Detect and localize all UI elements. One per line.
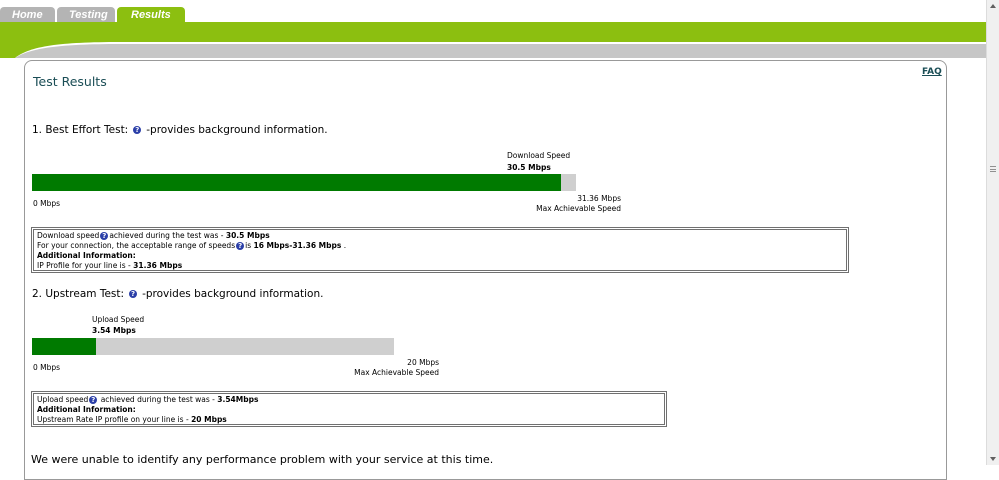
info-text: IP Profile for your line is - [37, 261, 134, 270]
scroll-grip-icon[interactable] [990, 166, 996, 172]
info-line: Additional Information: [37, 405, 661, 415]
tab-home[interactable]: Home [0, 7, 55, 23]
page-title: Test Results [33, 74, 107, 89]
tab-results[interactable]: Results [117, 7, 185, 23]
help-icon[interactable]: ? [133, 126, 142, 134]
upload-speed-bar-fill [32, 338, 97, 355]
info-line: Upstream Rate IP profile on your line is… [37, 415, 661, 425]
scroll-up-icon[interactable] [990, 4, 996, 8]
help-icon[interactable]: ? [236, 242, 245, 250]
additional-info-heading: Additional Information: [37, 405, 136, 414]
download-speed-label: Download Speed [507, 151, 571, 160]
info-text: Upload speed [37, 395, 89, 404]
info-value: 16 Mbps-31.36 Mbps [253, 241, 342, 250]
upload-info-box: Upload speed? achieved during the test w… [31, 391, 667, 427]
info-line: Upload speed? achieved during the test w… [37, 395, 661, 405]
upstream-heading: 2. Upstream Test: ? -provides background… [32, 288, 323, 300]
download-min-label: 0 Mbps [33, 199, 61, 208]
info-text: is [245, 241, 254, 250]
download-info-box: Download speed? achieved during the test … [31, 227, 849, 273]
tab-bar: Home Testing Results [0, 7, 187, 23]
vertical-scrollbar[interactable] [986, 0, 999, 465]
info-text: For your connection, the acceptable rang… [37, 241, 236, 250]
scroll-down-icon[interactable] [990, 457, 996, 461]
info-value: 30.5 Mbps [225, 231, 270, 240]
info-text: Upstream Rate IP profile on your line is… [37, 415, 192, 424]
faq-link[interactable]: FAQ [922, 67, 942, 77]
info-value: 3.54Mbps [217, 395, 259, 404]
info-text: achieved during the test was - [98, 395, 218, 404]
upstream-heading-label: 2. Upstream Test: [32, 288, 125, 300]
info-line: For your connection, the acceptable rang… [37, 241, 843, 251]
best-effort-heading-suffix: -provides background information. [146, 124, 328, 136]
info-line: IP Profile for your line is - 31.36 Mbps [37, 261, 843, 271]
upstream-heading-suffix: -provides background information. [142, 288, 324, 300]
info-text: . [341, 241, 347, 250]
info-value: 20 Mbps [191, 415, 227, 424]
upload-speed-value: 3.54 Mbps [92, 326, 136, 335]
info-line: Download speed? achieved during the test … [37, 231, 843, 241]
upload-speed-bar [32, 338, 394, 355]
tab-testing[interactable]: Testing [57, 7, 115, 23]
help-icon[interactable]: ? [89, 396, 98, 404]
upload-max-label: Max Achievable Speed [354, 368, 439, 377]
upload-min-label: 0 Mbps [33, 363, 61, 372]
upload-speed-label: Upload Speed [92, 315, 145, 324]
download-speed-value: 30.5 Mbps [507, 163, 551, 172]
info-text: achieved during the test was - [109, 231, 226, 240]
header-swoosh [0, 22, 986, 58]
best-effort-heading-label: 1. Best Effort Test: [32, 124, 129, 136]
download-speed-bar [32, 174, 576, 191]
best-effort-heading: 1. Best Effort Test: ? -provides backgro… [32, 124, 328, 136]
additional-info-heading: Additional Information: [37, 251, 136, 260]
upload-max-value: 20 Mbps [407, 358, 439, 367]
help-icon[interactable]: ? [129, 290, 138, 298]
download-max-label: Max Achievable Speed [536, 204, 621, 213]
help-icon[interactable]: ? [100, 232, 109, 240]
info-value: 31.36 Mbps [133, 261, 183, 270]
info-line: Additional Information: [37, 251, 843, 261]
download-speed-bar-fill [32, 174, 562, 191]
download-max-value: 31.36 Mbps [577, 194, 621, 203]
info-text: Download speed [37, 231, 100, 240]
performance-message: We were unable to identify any performan… [31, 453, 494, 466]
